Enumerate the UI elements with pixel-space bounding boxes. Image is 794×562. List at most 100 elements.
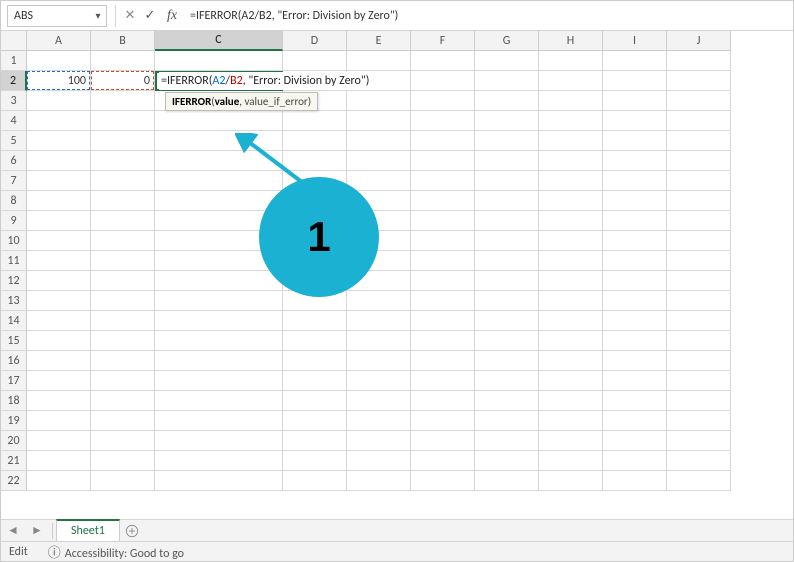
cell[interactable] (91, 51, 155, 71)
cell[interactable] (539, 291, 603, 311)
row-header[interactable]: 7 (1, 171, 27, 191)
cell[interactable] (91, 131, 155, 151)
cell[interactable] (411, 351, 475, 371)
next-sheet-button[interactable]: ► (25, 520, 49, 542)
cell[interactable] (603, 131, 667, 151)
cell[interactable] (603, 411, 667, 431)
cell[interactable] (475, 231, 539, 251)
cell[interactable] (411, 371, 475, 391)
cell[interactable] (283, 451, 347, 471)
cell[interactable] (27, 371, 91, 391)
cell[interactable] (667, 91, 731, 111)
insert-function-button[interactable]: fx (160, 5, 184, 27)
cell[interactable] (667, 411, 731, 431)
cell[interactable] (539, 451, 603, 471)
row-header[interactable]: 17 (1, 371, 27, 391)
cell[interactable] (27, 291, 91, 311)
cell[interactable] (27, 131, 91, 151)
cell[interactable] (667, 331, 731, 351)
accessibility-status[interactable]: ⓘAccessibility: Good to go (48, 542, 184, 561)
cell[interactable] (91, 351, 155, 371)
cell[interactable] (91, 431, 155, 451)
row-header[interactable]: 1 (1, 51, 27, 71)
cell[interactable] (283, 431, 347, 451)
confirm-formula-button[interactable]: ✓ (140, 5, 160, 27)
cell[interactable] (27, 211, 91, 231)
cell[interactable] (155, 111, 283, 131)
add-sheet-button[interactable] (120, 520, 144, 542)
cell[interactable] (411, 211, 475, 231)
cell[interactable] (539, 91, 603, 111)
cell[interactable] (667, 351, 731, 371)
cell[interactable] (603, 191, 667, 211)
cell[interactable] (667, 131, 731, 151)
cell[interactable]: 100 (27, 71, 91, 91)
cell[interactable] (411, 311, 475, 331)
cell[interactable] (347, 51, 411, 71)
cell[interactable] (283, 111, 347, 131)
cell[interactable] (603, 371, 667, 391)
cell[interactable] (475, 411, 539, 431)
cell[interactable] (539, 151, 603, 171)
cell[interactable] (539, 191, 603, 211)
cell[interactable] (411, 51, 475, 71)
cell[interactable] (155, 451, 283, 471)
cell[interactable] (347, 471, 411, 491)
cell[interactable] (27, 431, 91, 451)
cell[interactable] (27, 271, 91, 291)
cells-area[interactable]: 1000 (27, 51, 731, 491)
cell[interactable] (91, 151, 155, 171)
cell[interactable] (27, 391, 91, 411)
cell[interactable] (155, 51, 283, 71)
row-header[interactable]: 4 (1, 111, 27, 131)
cell[interactable] (539, 431, 603, 451)
cell[interactable] (283, 351, 347, 371)
column-header[interactable]: G (475, 31, 539, 51)
function-tooltip[interactable]: IFERROR(value, value_if_error) (165, 92, 318, 111)
cell[interactable] (667, 51, 731, 71)
cell[interactable] (347, 91, 411, 111)
column-header[interactable]: A (27, 31, 91, 51)
row-header[interactable]: 22 (1, 471, 27, 491)
cell[interactable] (411, 471, 475, 491)
cell[interactable] (347, 291, 411, 311)
cell[interactable] (155, 171, 283, 191)
cell[interactable] (539, 71, 603, 91)
cell[interactable] (603, 211, 667, 231)
cell[interactable] (603, 451, 667, 471)
cell[interactable] (411, 191, 475, 211)
cell[interactable] (667, 71, 731, 91)
cell[interactable] (347, 391, 411, 411)
cell[interactable] (91, 191, 155, 211)
cell[interactable] (539, 51, 603, 71)
cell[interactable] (27, 231, 91, 251)
cancel-formula-button[interactable]: ✕ (120, 5, 140, 27)
cell[interactable] (667, 211, 731, 231)
cell[interactable] (27, 91, 91, 111)
cell[interactable] (475, 451, 539, 471)
column-header[interactable]: C (155, 31, 283, 51)
cell[interactable] (91, 171, 155, 191)
row-header[interactable]: 15 (1, 331, 27, 351)
cell[interactable] (603, 231, 667, 251)
cell[interactable] (475, 331, 539, 351)
column-header[interactable]: B (91, 31, 155, 51)
cell[interactable] (27, 111, 91, 131)
cell[interactable] (91, 291, 155, 311)
cell[interactable] (347, 111, 411, 131)
cell[interactable] (475, 151, 539, 171)
cell[interactable] (667, 111, 731, 131)
cell[interactable] (347, 331, 411, 351)
cell[interactable] (539, 271, 603, 291)
cell[interactable] (475, 431, 539, 451)
cell[interactable] (539, 231, 603, 251)
cell[interactable] (27, 471, 91, 491)
cell[interactable] (603, 431, 667, 451)
cell[interactable] (91, 91, 155, 111)
cell[interactable] (27, 191, 91, 211)
cell[interactable] (347, 311, 411, 331)
cell[interactable] (475, 351, 539, 371)
cell[interactable] (475, 111, 539, 131)
row-header[interactable]: 16 (1, 351, 27, 371)
row-header[interactable]: 19 (1, 411, 27, 431)
